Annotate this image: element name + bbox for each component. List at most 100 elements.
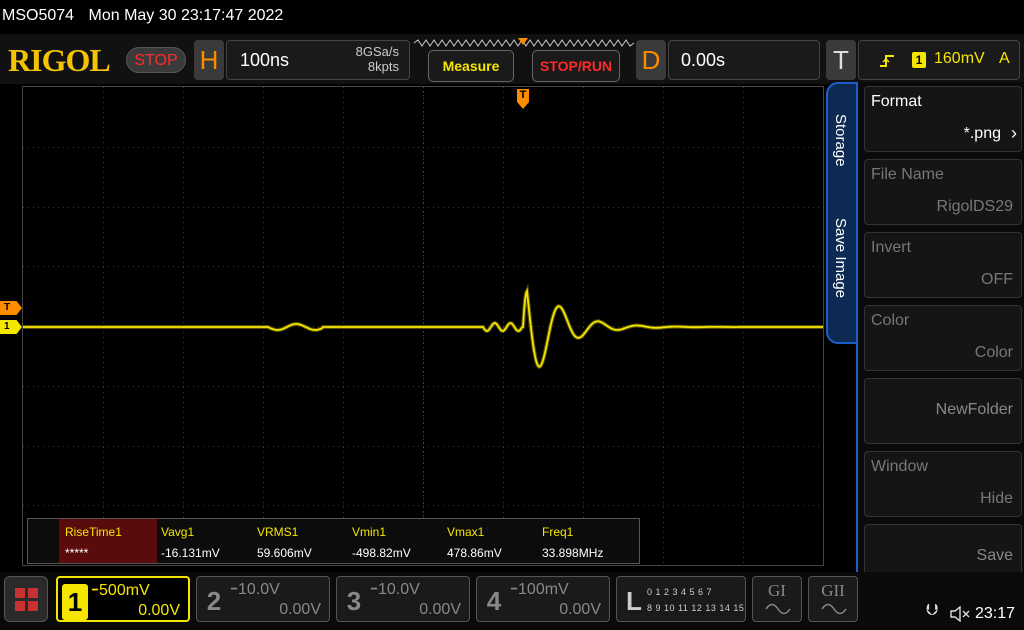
channel2-box[interactable]: 2 ━ 10.0V 0.00V	[196, 576, 330, 622]
horizontal-button[interactable]: H	[194, 40, 224, 80]
timebase-value: 100ns	[240, 50, 290, 70]
logic-channels-row1: 0 1 2 3 4 5 6 7	[647, 587, 713, 597]
menu-new-folder[interactable]: NewFolder	[864, 378, 1022, 444]
model-name: MSO5074	[2, 7, 75, 24]
menu-value: *.png	[963, 125, 1001, 142]
tab-storage[interactable]: Storage	[832, 114, 849, 167]
trigger-time-marker[interactable]: T	[516, 88, 530, 110]
channel-offset: 0.00V	[419, 601, 461, 618]
channel3-box[interactable]: 3 ━ 10.0V 0.00V	[336, 576, 470, 622]
menu-title: Invert	[871, 239, 912, 256]
trigger-time-marker-label: T	[519, 89, 527, 101]
menu-format[interactable]: Format *.png ›	[864, 86, 1022, 152]
menu-title: Format	[871, 93, 922, 110]
dc-coupling-icon: ━	[371, 584, 377, 596]
memory-overview[interactable]	[412, 36, 636, 50]
top-toolbar: RIGOL STOP H 100ns 8GSa/s 8kpts Measure …	[0, 34, 1024, 84]
delay-value: 0.00s	[681, 50, 726, 70]
meas-vmin[interactable]: Vmin1 -498.82mV	[346, 519, 442, 563]
channel-scale: ━ 10.0V	[231, 581, 280, 599]
menu-value: NewFolder	[935, 401, 1013, 418]
datetime: Mon May 30 23:17:47 2022	[88, 7, 284, 24]
horizontal-settings[interactable]: 100ns 8GSa/s 8kpts	[226, 40, 410, 80]
meas-vrms[interactable]: VRMS1 59.606mV	[251, 519, 347, 563]
trigger-level: 160mV	[934, 50, 985, 67]
trigger-source: 1	[912, 52, 926, 68]
bottom-bar: 1 ━ 500mV 0.00V 2 ━ 10.0V 0.00V 3 ━ 10.0V 0…	[0, 572, 1024, 630]
meas-vavg[interactable]: Vavg1 -16.131mV	[155, 519, 251, 563]
menu-value: Save	[976, 547, 1013, 564]
meas-name: Vmin1	[352, 525, 387, 539]
trigger-level-marker[interactable]: T	[0, 301, 22, 315]
channel-scale: ━ 10.0V	[371, 581, 420, 599]
meas-name: VRMS1	[257, 525, 299, 539]
rigol-logo: RIGOL	[8, 42, 111, 78]
clock: 23:17	[975, 605, 1016, 622]
stop-run-button[interactable]: STOP/RUN	[532, 50, 620, 82]
menu-panel: Format *.png › File Name RigolDS29 Inver…	[856, 82, 1024, 594]
menu-value: RigolDS29	[936, 198, 1013, 215]
menu-window[interactable]: Window Hide	[864, 451, 1022, 517]
sine-wave-icon	[765, 603, 791, 615]
channel4-box[interactable]: 4 ━ 100mV 0.00V	[476, 576, 610, 622]
measure-button[interactable]: Measure	[428, 50, 514, 82]
generator2-box[interactable]: GII	[808, 576, 858, 622]
dc-coupling-icon: ━	[231, 584, 237, 596]
meas-name: RiseTime1	[65, 525, 122, 539]
channel-number: 4	[486, 586, 502, 616]
delay-button[interactable]: D	[636, 40, 666, 80]
channel-offset: 0.00V	[138, 602, 180, 619]
menu-value: Color	[974, 344, 1013, 361]
channel-scale-value: 10.0V	[378, 581, 420, 598]
app-grid-icon	[15, 588, 38, 611]
channel1-offset-marker[interactable]: 1	[0, 320, 22, 334]
memory-depth: 8kpts	[367, 59, 399, 74]
menu-color[interactable]: Color Color	[864, 305, 1022, 371]
tab-save-image[interactable]: Save Image	[832, 218, 849, 298]
delay-settings[interactable]: 0.00s	[668, 40, 820, 80]
menu-title: Window	[871, 458, 928, 475]
trigger-settings[interactable]: 1 160mV A	[858, 40, 1020, 80]
channel-scale-value: 10.0V	[238, 581, 280, 598]
meas-freq[interactable]: Freq1 33.898MHz	[536, 519, 636, 563]
meas-name: Freq1	[542, 525, 574, 539]
rising-edge-icon	[880, 55, 894, 67]
meas-risetime[interactable]: RiseTime1 *****	[59, 519, 157, 563]
dc-coupling-icon: ━	[511, 584, 517, 596]
meas-vmax[interactable]: Vmax1 478.86mV	[441, 519, 537, 563]
trigger-button[interactable]: T	[826, 40, 856, 80]
generator2-label: GII	[821, 581, 845, 600]
home-button[interactable]	[4, 576, 48, 622]
menu-title: File Name	[871, 166, 944, 183]
channel-scale-value: 100mV	[518, 581, 569, 598]
graticule	[23, 87, 823, 565]
channel-offset: 0.00V	[559, 601, 601, 618]
menu-value: Hide	[980, 490, 1013, 507]
channel-offset: 0.00V	[279, 601, 321, 618]
usb-icon: ⮋	[926, 602, 939, 619]
generator1-box[interactable]: GI	[752, 576, 802, 622]
menu-title: Color	[871, 312, 910, 329]
logic-channels-row2: 8 9 10 11 12 13 14 15	[647, 603, 745, 613]
sine-wave-icon	[821, 603, 847, 615]
menu-invert[interactable]: Invert OFF	[864, 232, 1022, 298]
menu-file-name[interactable]: File Name RigolDS29	[864, 159, 1022, 225]
logic-letter: L	[626, 586, 642, 616]
menu-tabs: Storage Save Image	[826, 82, 858, 344]
channel1-box[interactable]: 1 ━ 500mV 0.00V	[56, 576, 190, 622]
waveform-display[interactable]	[22, 86, 824, 566]
run-status-badge[interactable]: STOP	[126, 47, 186, 73]
speaker-muted-icon[interactable]	[950, 606, 970, 622]
channel-scale: ━ 500mV	[92, 582, 150, 600]
sample-rate: 8GSa/s	[355, 44, 399, 59]
measurement-panel: RiseTime1 ***** Vavg1 -16.131mV VRMS1 59…	[27, 518, 640, 564]
channel-number: 3	[346, 586, 362, 616]
meas-name: Vavg1	[161, 525, 195, 539]
meas-value: 59.606mV	[257, 546, 312, 560]
channel-number: 2	[206, 586, 222, 616]
channel-scale: ━ 100mV	[511, 581, 569, 599]
dc-coupling-icon: ━	[92, 585, 98, 597]
logic-analyzer-box[interactable]: L 0 1 2 3 4 5 6 7 8 9 10 11 12 13 14 15	[616, 576, 746, 622]
meas-value: -498.82mV	[352, 546, 411, 560]
title-bar: MSO5074 Mon May 30 23:17:47 2022	[0, 0, 1024, 34]
